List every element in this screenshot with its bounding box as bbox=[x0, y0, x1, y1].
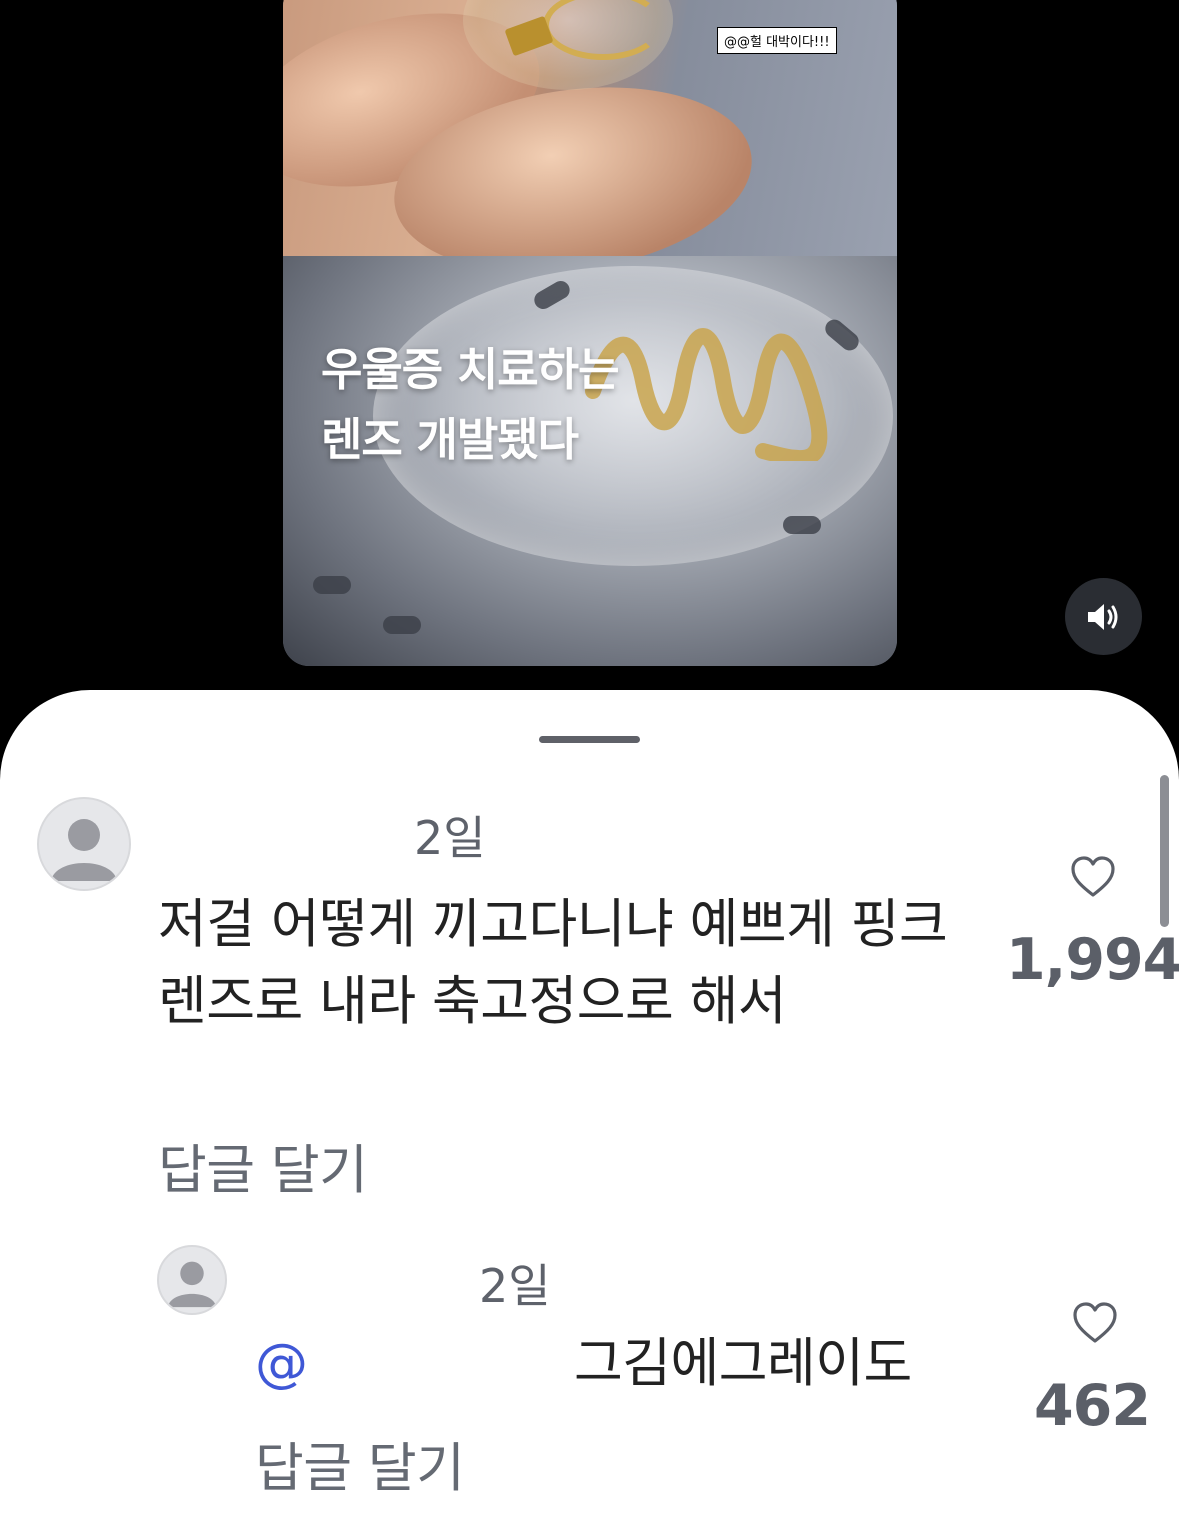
avatar[interactable] bbox=[37, 797, 131, 891]
video-caption-line: 우울증 치료하는 bbox=[321, 343, 619, 396]
comments-sheet: 2일 저걸 어떻게 끼고다니냐 예쁘게 핑크 렌즈로 내라 축고정으로 해서 답… bbox=[0, 690, 1179, 1536]
like-count: 1,994 bbox=[1006, 927, 1179, 993]
default-user-icon bbox=[51, 819, 117, 881]
reply-button[interactable]: 답글 달기 bbox=[158, 1128, 368, 1204]
video-watermark: @@헐 대박이다!!! bbox=[717, 27, 837, 54]
reply-button[interactable]: 답글 달기 bbox=[255, 1426, 465, 1502]
mention-link[interactable]: @ bbox=[255, 1325, 308, 1402]
comment-text: 저걸 어떻게 끼고다니냐 예쁘게 핑크 렌즈로 내라 축고정으로 해서 bbox=[158, 894, 948, 1032]
video-frame-top: @@헐 대박이다!!! bbox=[283, 0, 897, 295]
sound-toggle-button[interactable] bbox=[1065, 578, 1142, 655]
comment-time: 2일 bbox=[414, 811, 486, 865]
comment-time: 2일 bbox=[479, 1259, 551, 1313]
video-caption: 우울증 치료하는 렌즈 개발됐다 bbox=[321, 335, 619, 475]
comment-text: 그김에그레이도 bbox=[574, 1333, 912, 1394]
gold-circuit-icon bbox=[585, 328, 828, 461]
case-dot bbox=[783, 516, 821, 534]
sheet-grabber[interactable] bbox=[539, 736, 640, 743]
default-user-icon bbox=[167, 1261, 217, 1308]
like-count: 462 bbox=[1034, 1373, 1151, 1439]
avatar[interactable] bbox=[157, 1245, 227, 1315]
video-caption-line: 렌즈 개발됐다 bbox=[321, 413, 579, 466]
speaker-volume-icon bbox=[1087, 603, 1117, 630]
case-dot bbox=[313, 576, 351, 594]
case-dot bbox=[383, 616, 421, 634]
heart-icon[interactable] bbox=[1072, 1302, 1118, 1344]
heart-icon[interactable] bbox=[1070, 856, 1116, 898]
video-player[interactable]: @@헐 대박이다!!! 우울증 치료하는 렌즈 개발됐다 bbox=[283, 0, 897, 666]
scrollbar[interactable] bbox=[1160, 775, 1169, 927]
